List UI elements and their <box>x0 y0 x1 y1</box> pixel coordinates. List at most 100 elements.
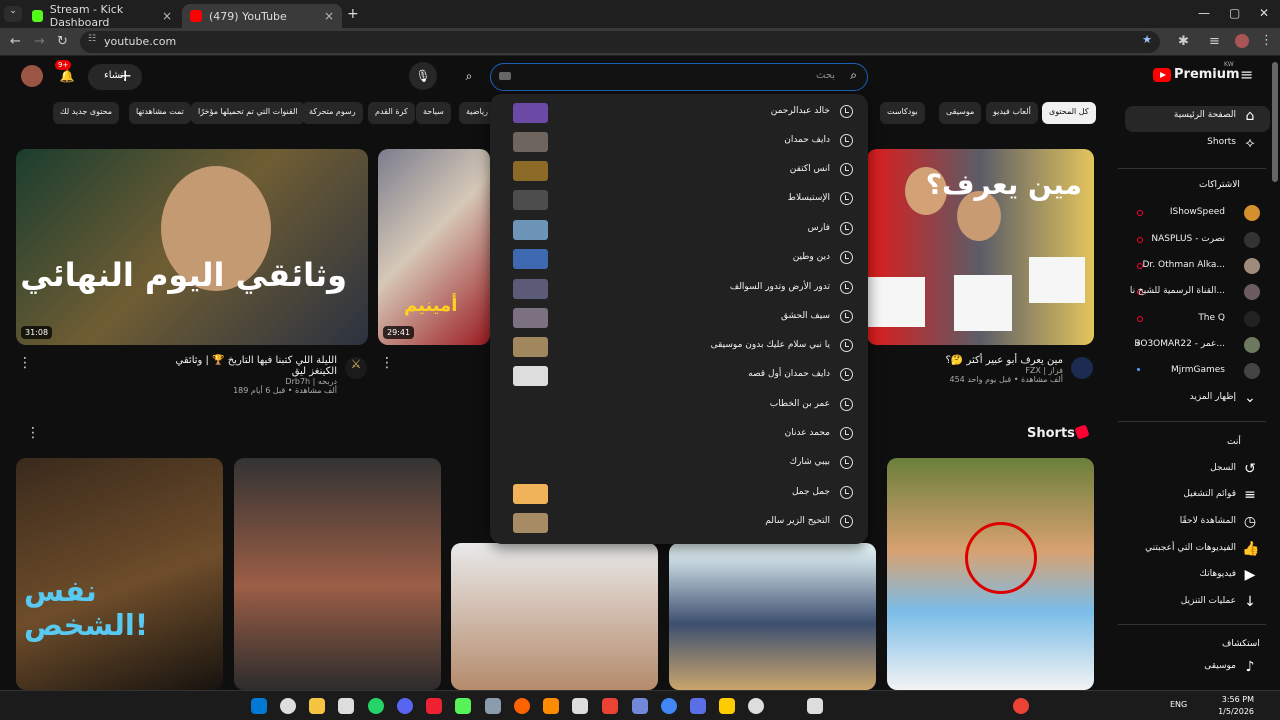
chip-all[interactable]: كل المحتوى <box>1042 102 1096 124</box>
chip[interactable]: تمت مشاهدتها <box>129 102 191 124</box>
back-icon[interactable]: ← <box>10 34 21 49</box>
subscription-item[interactable]: القناة الرسمية للشيخ نا... <box>1125 282 1270 304</box>
suggestion-item[interactable]: محمد عدنان <box>490 420 868 449</box>
app-icon[interactable] <box>572 698 588 714</box>
app-icon[interactable] <box>807 698 823 714</box>
sidebar-item-home[interactable]: الصفحة الرئيسية ⌂ <box>1125 106 1270 132</box>
extensions-icon[interactable]: ✱ <box>1178 34 1189 49</box>
suggestion-item[interactable]: انس اكتفن <box>490 156 868 185</box>
app-icon[interactable] <box>543 698 559 714</box>
sidebar-item-downloads[interactable]: عمليات التنزيل ↓ <box>1125 592 1270 614</box>
subscriptions-title[interactable]: الاشتراكات <box>1199 180 1240 190</box>
chip[interactable]: ألعاب فيديو <box>986 102 1038 124</box>
more-options-icon[interactable]: ⋮ <box>18 355 32 371</box>
settings-icon[interactable] <box>338 698 354 714</box>
sidebar-item-playlists[interactable]: قوائم التشغيل ≡ <box>1125 485 1270 507</box>
short-thumbnail[interactable] <box>887 458 1094 690</box>
tab-youtube[interactable]: (479) YouTube × <box>182 4 342 28</box>
chip[interactable]: بودكاست <box>880 102 925 124</box>
whatsapp-icon[interactable] <box>368 698 384 714</box>
suggestion-item[interactable]: خالد عبدالرحمن <box>490 98 868 127</box>
create-button[interactable]: إنشاء + <box>88 64 142 90</box>
sidebar-item-history[interactable]: السجل ↺ <box>1125 459 1270 481</box>
suggestion-item[interactable]: تدور الأرض وتدور السوالف <box>490 274 868 303</box>
chip[interactable]: القنوات التي تم تحميلها مؤخرًا <box>191 102 305 124</box>
url-field[interactable]: ☷ youtube.com ★ <box>80 31 1160 53</box>
search-button-left[interactable]: ⌕ <box>455 62 483 90</box>
forward-icon[interactable]: → <box>34 34 45 49</box>
subscription-item[interactable]: The Q <box>1125 309 1270 331</box>
suggestion-item[interactable]: سيف الحشق <box>490 303 868 332</box>
app-icon[interactable] <box>514 698 530 714</box>
profile-avatar[interactable] <box>1235 34 1249 48</box>
suggestion-item[interactable]: يا نبي سلام عليك بدون موسيقى <box>490 332 868 361</box>
file-explorer-icon[interactable] <box>309 698 325 714</box>
tab-search-icon[interactable]: ≡ <box>1209 34 1220 49</box>
suggestion-item[interactable]: دين وطين <box>490 244 868 273</box>
search-icon[interactable]: ⌕ <box>850 68 857 83</box>
channel-name[interactable]: Drb7h | دربحه <box>162 377 337 386</box>
steam-icon[interactable] <box>485 698 501 714</box>
short-thumbnail[interactable]: نفس الشخص! <box>16 458 223 690</box>
app-icon[interactable] <box>426 698 442 714</box>
browser-menu-icon[interactable]: ⋮ <box>1260 33 1273 48</box>
sidebar-item-music[interactable]: موسيقى ♪ <box>1125 657 1270 679</box>
tab-search-button[interactable]: ⌄ <box>4 6 22 22</box>
close-icon[interactable]: × <box>324 9 334 23</box>
you-section-title[interactable]: أنت <box>1227 437 1241 447</box>
site-info-icon[interactable]: ☷ <box>88 34 96 44</box>
subscription-item[interactable]: NASPLUS - نصرت <box>1125 230 1270 252</box>
short-thumbnail[interactable] <box>451 543 658 690</box>
video-thumbnail[interactable]: أمينيم 29:41 <box>378 149 490 345</box>
chrome-active-icon[interactable] <box>1013 698 1029 714</box>
reload-icon[interactable]: ↻ <box>57 34 68 49</box>
menu-icon[interactable]: ≡ <box>1240 65 1253 84</box>
app-icon[interactable] <box>632 698 648 714</box>
more-options-icon[interactable]: ⋮ <box>380 355 394 371</box>
suggestion-item[interactable]: عمر بن الخطاب <box>490 391 868 420</box>
suggestion-item[interactable]: التحيح الزير سالم <box>490 508 868 537</box>
voice-search-button[interactable]: 🎙 <box>409 62 437 90</box>
subscription-item[interactable]: Dr. Othman Alka... <box>1125 256 1270 278</box>
subscription-item[interactable]: IShowSpeed <box>1125 203 1270 225</box>
sidebar-item-your-videos[interactable]: فيديوهاتك ▶ <box>1125 565 1270 587</box>
minecraft-icon[interactable] <box>455 698 471 714</box>
app-icon[interactable] <box>748 698 764 714</box>
channel-avatar[interactable] <box>1071 357 1093 379</box>
chip[interactable]: محتوى جديد لك <box>53 102 120 124</box>
video-thumbnail[interactable]: وثائقي اليوم النهائي 31:08 <box>16 149 368 345</box>
bookmark-star-icon[interactable]: ★ <box>1142 33 1152 46</box>
short-thumbnail[interactable] <box>234 458 441 690</box>
short-thumbnail[interactable] <box>669 543 876 690</box>
chip[interactable]: رسوم متحركة <box>302 102 363 124</box>
chip[interactable]: سياحة <box>416 102 451 124</box>
new-tab-button[interactable]: + <box>347 6 359 22</box>
suggestion-item[interactable]: جمل جمل <box>490 479 868 508</box>
suggestion-item[interactable]: دايف حمدان <box>490 127 868 156</box>
sidebar-item-shorts[interactable]: Shorts ⟡ <box>1125 133 1270 155</box>
tab-kick-dashboard[interactable]: Stream - Kick Dashboard × <box>24 3 180 29</box>
app-icon[interactable] <box>602 698 618 714</box>
app-icon[interactable] <box>719 698 735 714</box>
video-title[interactable]: الليلة اللي كتبنا فيها التاريخ 🏆 | وثائق… <box>162 355 337 377</box>
suggestion-item[interactable]: فارس <box>490 215 868 244</box>
subscription-item[interactable]: MjrmGames <box>1125 361 1270 383</box>
channel-name[interactable]: FZX | فزاز <box>905 366 1063 375</box>
page-scrollbar[interactable] <box>1272 62 1278 182</box>
video-title[interactable]: مين يعرف أبو عبير أكثر 🤔؟ <box>905 355 1063 366</box>
app-icon[interactable] <box>690 698 706 714</box>
minimize-icon[interactable]: — <box>1198 6 1210 20</box>
sidebar-item-watch-later[interactable]: المشاهدة لاحقًا ◷ <box>1125 512 1270 534</box>
account-avatar[interactable] <box>21 65 43 87</box>
suggestion-item[interactable]: الإستبسلاط <box>490 185 868 214</box>
taskbar-clock[interactable]: 3:56 PM 1/5/2026 <box>1218 694 1254 718</box>
search-icon[interactable] <box>280 698 296 714</box>
start-icon[interactable] <box>251 698 267 714</box>
close-icon[interactable]: × <box>162 9 172 23</box>
sidebar-item-liked[interactable]: الفيديوهات التي أعجبتني 👍 <box>1125 539 1270 561</box>
chip[interactable]: موسيقى <box>939 102 982 124</box>
language-indicator[interactable]: ENG <box>1170 700 1187 709</box>
video-thumbnail[interactable]: مين يعرف؟ <box>867 149 1094 345</box>
subscription-item[interactable]: BO3OMAR22 - عمر... <box>1125 335 1270 357</box>
suggestion-item[interactable]: دايف حمدان أول قصه <box>490 361 868 390</box>
